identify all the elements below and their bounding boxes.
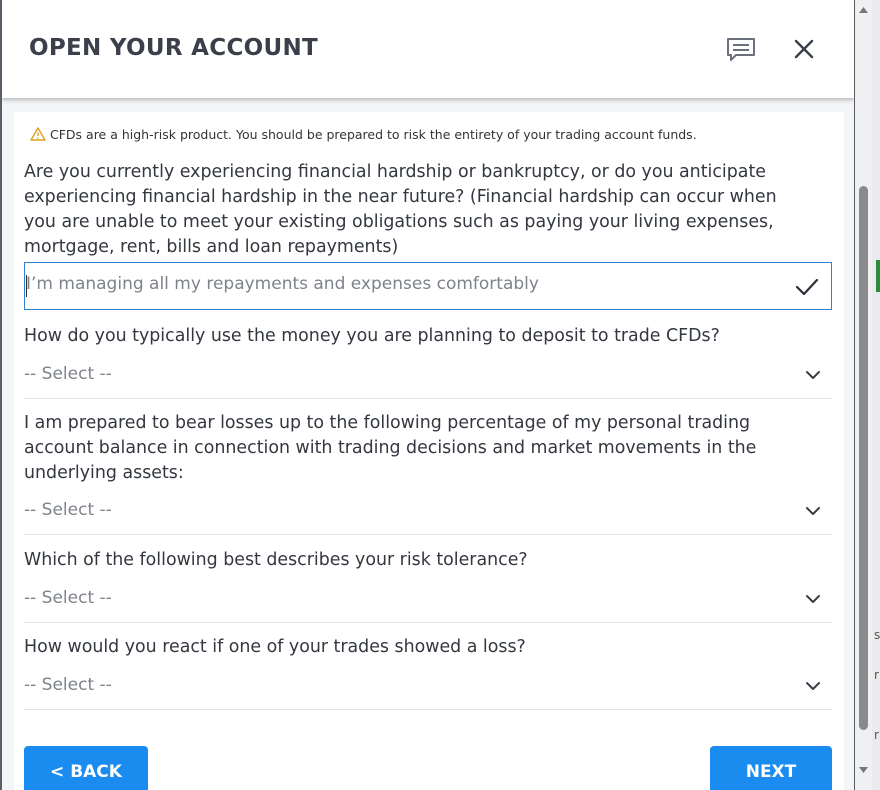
- risk-warning: CFDs are a high-risk product. You should…: [30, 126, 820, 144]
- question-loss-reaction: How would you react if one of your trade…: [24, 635, 824, 660]
- money-use-select[interactable]: -- Select --: [24, 354, 832, 399]
- background-text: r: [874, 728, 879, 742]
- loss-percentage-select[interactable]: -- Select --: [24, 490, 832, 535]
- chat-button[interactable]: [724, 34, 758, 64]
- selected-value: I’m managing all my repayments and expen…: [26, 274, 539, 294]
- risk-warning-text: CFDs are a high-risk product. You should…: [50, 127, 697, 142]
- dialog-title: OPEN YOUR ACCOUNT: [29, 35, 318, 61]
- back-button[interactable]: < BACK: [24, 746, 148, 790]
- question-text: I am prepared to bear losses up to the f…: [24, 413, 751, 433]
- question-text: How do you typically use the money you a…: [24, 326, 720, 346]
- next-button[interactable]: NEXT: [710, 746, 832, 790]
- close-icon: [794, 39, 814, 59]
- question-text: Which of the following best describes yo…: [24, 550, 528, 570]
- dialog-body: CFDs are a high-risk product. You should…: [2, 98, 854, 790]
- loss-reaction-select[interactable]: -- Select --: [24, 665, 832, 710]
- background-text: s: [874, 628, 880, 642]
- chevron-down-icon: [806, 371, 820, 379]
- background-text: r: [874, 668, 879, 682]
- question-text: Are you currently experiencing financial…: [24, 162, 766, 182]
- financial-hardship-select[interactable]: I’m managing all my repayments and expen…: [24, 262, 832, 310]
- question-text: How would you react if one of your trade…: [24, 637, 526, 657]
- select-placeholder: -- Select --: [24, 364, 112, 384]
- background-green-accent: [876, 260, 880, 292]
- warning-icon: [30, 127, 46, 141]
- question-text: underlying assets:: [24, 463, 184, 483]
- dialog-header: OPEN YOUR ACCOUNT: [2, 0, 854, 98]
- question-money-use: How do you typically use the money you a…: [24, 324, 824, 349]
- question-text: experiencing financial hardship in the n…: [24, 187, 777, 207]
- question-risk-tolerance: Which of the following best describes yo…: [24, 548, 824, 573]
- chevron-down-icon: [806, 682, 820, 690]
- question-text: you are unable to meet your existing obl…: [24, 212, 774, 232]
- chat-icon: [727, 38, 755, 61]
- scroll-up-arrow-icon[interactable]: [858, 6, 869, 14]
- question-financial-hardship: Are you currently experiencing financial…: [24, 160, 824, 260]
- question-text: mortgage, rent, bills and loan repayment…: [24, 237, 399, 257]
- scroll-down-arrow-icon[interactable]: [858, 766, 869, 774]
- select-placeholder: -- Select --: [24, 675, 112, 695]
- select-placeholder: -- Select --: [24, 588, 112, 608]
- chevron-down-icon: [806, 595, 820, 603]
- question-text: account balance in connection with tradi…: [24, 438, 757, 458]
- open-account-dialog: OPEN YOUR ACCOUNT CFDs are a high-risk p…: [2, 0, 854, 790]
- scrollbar-thumb[interactable]: [859, 186, 868, 730]
- risk-tolerance-select[interactable]: -- Select --: [24, 578, 832, 623]
- vertical-scrollbar[interactable]: [855, 0, 872, 790]
- question-loss-percentage: I am prepared to bear losses up to the f…: [24, 411, 824, 486]
- close-button[interactable]: [789, 34, 819, 64]
- chevron-down-icon: [806, 507, 820, 515]
- questionnaire-form: CFDs are a high-risk product. You should…: [14, 112, 844, 790]
- check-icon: [795, 278, 819, 296]
- select-placeholder: -- Select --: [24, 500, 112, 520]
